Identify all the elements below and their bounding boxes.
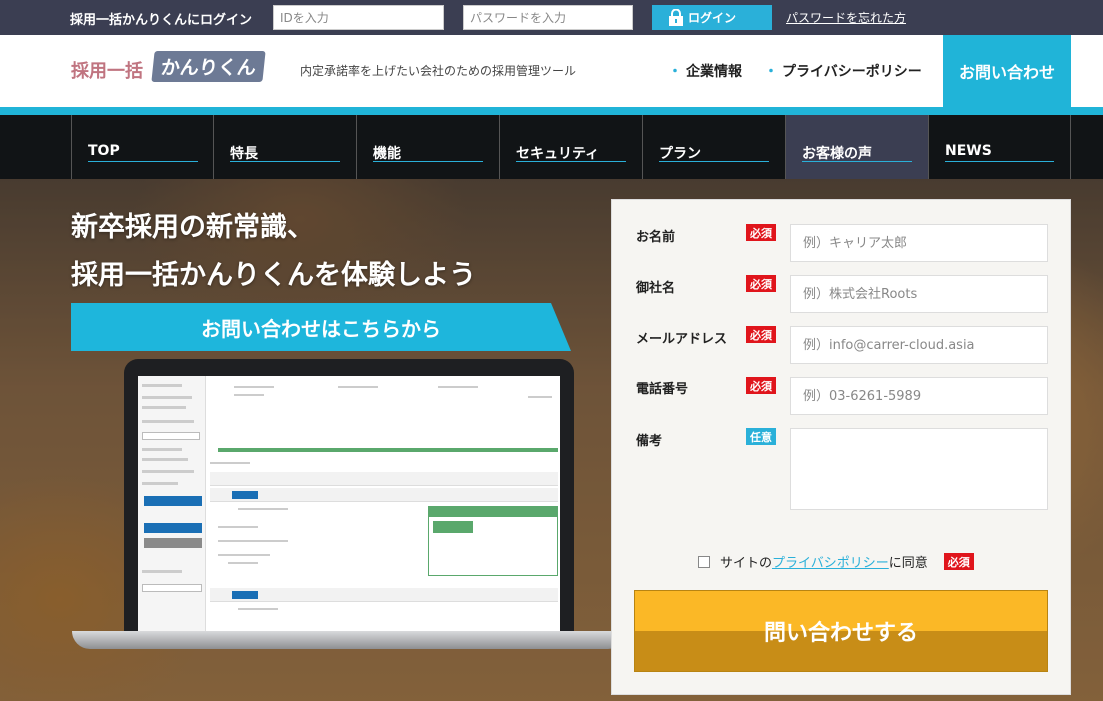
app-save-button: [144, 523, 202, 533]
logo-text-a[interactable]: 採用一括: [71, 57, 143, 83]
app-clear-button: [144, 538, 202, 548]
header-divider: [0, 107, 1103, 115]
hero-headline-2: 採用一括かんりくんを体験しよう: [71, 260, 476, 291]
login-title: 採用一括かんりくんにログイン: [70, 13, 253, 28]
main-nav: TOP 特長 機能 セキュリティ プラン お客様の声 NEWS: [0, 115, 1103, 179]
notes-textarea[interactable]: [790, 428, 1048, 510]
privacy-checkbox[interactable]: [698, 555, 710, 568]
nav-item-features[interactable]: 特長: [213, 115, 356, 179]
phone-input[interactable]: [790, 377, 1048, 415]
app-stage-box: [428, 506, 558, 576]
required-badge: 必須: [746, 224, 776, 241]
nav-label: お客様の声: [802, 146, 872, 162]
required-badge: 必須: [746, 275, 776, 292]
nav-label: TOP: [88, 143, 120, 159]
name-input[interactable]: [790, 224, 1048, 262]
app-sidebar: [138, 376, 206, 633]
agree-suffix: に同意: [888, 556, 928, 571]
header-link-company[interactable]: 企業情報: [668, 61, 742, 81]
app-toolbar: [210, 472, 558, 486]
id-input[interactable]: [273, 5, 444, 30]
privacy-agree: サイトの プライバシポリシー に同意 必須: [698, 552, 974, 571]
required-badge: 必須: [746, 377, 776, 394]
optional-badge: 任意: [746, 428, 776, 445]
lock-icon: [669, 9, 683, 26]
login-button[interactable]: ログイン: [652, 5, 772, 30]
app-pipeline-line: [218, 448, 558, 452]
nav-label: 特長: [230, 146, 258, 162]
contact-form: お名前 必須 御社名 必須 メールアドレス 必須 電話番号 必須 備考 任意 サ…: [611, 199, 1071, 695]
privacy-policy-link[interactable]: プライバシポリシー: [772, 552, 889, 571]
required-badge: 必須: [746, 326, 776, 343]
notes-label: 備考: [636, 434, 663, 449]
phone-label: 電話番号: [636, 382, 689, 397]
tagline: 内定承諾率を上げたい会社のための採用管理ツール: [300, 64, 577, 78]
nav-label: NEWS: [945, 143, 992, 159]
name-label: お名前: [636, 230, 676, 245]
app-row-header-2: [210, 588, 558, 602]
nav-item-top[interactable]: TOP: [71, 115, 214, 179]
forgot-password-link[interactable]: パスワードを忘れた方: [786, 9, 906, 26]
app-search-button: [144, 496, 202, 506]
laptop-mockup: [124, 359, 574, 637]
email-input[interactable]: [790, 326, 1048, 364]
email-label: メールアドレス: [636, 332, 728, 347]
hero-headline-1: 新卒採用の新常識、: [71, 212, 314, 243]
nav-label: セキュリティ: [516, 146, 600, 162]
password-input[interactable]: [463, 5, 633, 30]
nav-item-news[interactable]: NEWS: [928, 115, 1071, 179]
company-label: 御社名: [636, 281, 676, 296]
submit-button[interactable]: 問い合わせする: [634, 590, 1048, 672]
laptop-screen: [138, 376, 560, 633]
contact-button[interactable]: お問い合わせ: [943, 35, 1071, 107]
laptop-base: [72, 631, 626, 649]
app-row-header: [210, 488, 558, 502]
site-header: 採用一括 かんりくん 内定承諾率を上げたい会社のための採用管理ツール 企業情報 …: [0, 35, 1103, 107]
agree-prefix: サイトの: [720, 556, 773, 571]
nav-label: プラン: [659, 146, 701, 162]
nav-item-plan[interactable]: プラン: [642, 115, 785, 179]
nav-item-voice[interactable]: お客様の声: [785, 115, 928, 179]
header-link-privacy[interactable]: プライバシーポリシー: [764, 61, 922, 81]
nav-item-security[interactable]: セキュリティ: [499, 115, 642, 179]
logo-text-b[interactable]: かんりくん: [151, 51, 266, 82]
hero-cta-banner[interactable]: お問い合わせはこちらから: [71, 303, 571, 351]
login-bar: 採用一括かんりくんにログイン ログイン パスワードを忘れた方: [0, 0, 1103, 35]
nav-label: 機能: [373, 146, 401, 162]
company-input[interactable]: [790, 275, 1048, 313]
nav-item-functions[interactable]: 機能: [356, 115, 499, 179]
login-label: ログイン: [687, 11, 736, 25]
required-badge: 必須: [943, 553, 974, 570]
hero-section: 新卒採用の新常識、 採用一括かんりくんを体験しよう お問い合わせはこちらから お…: [0, 179, 1103, 701]
